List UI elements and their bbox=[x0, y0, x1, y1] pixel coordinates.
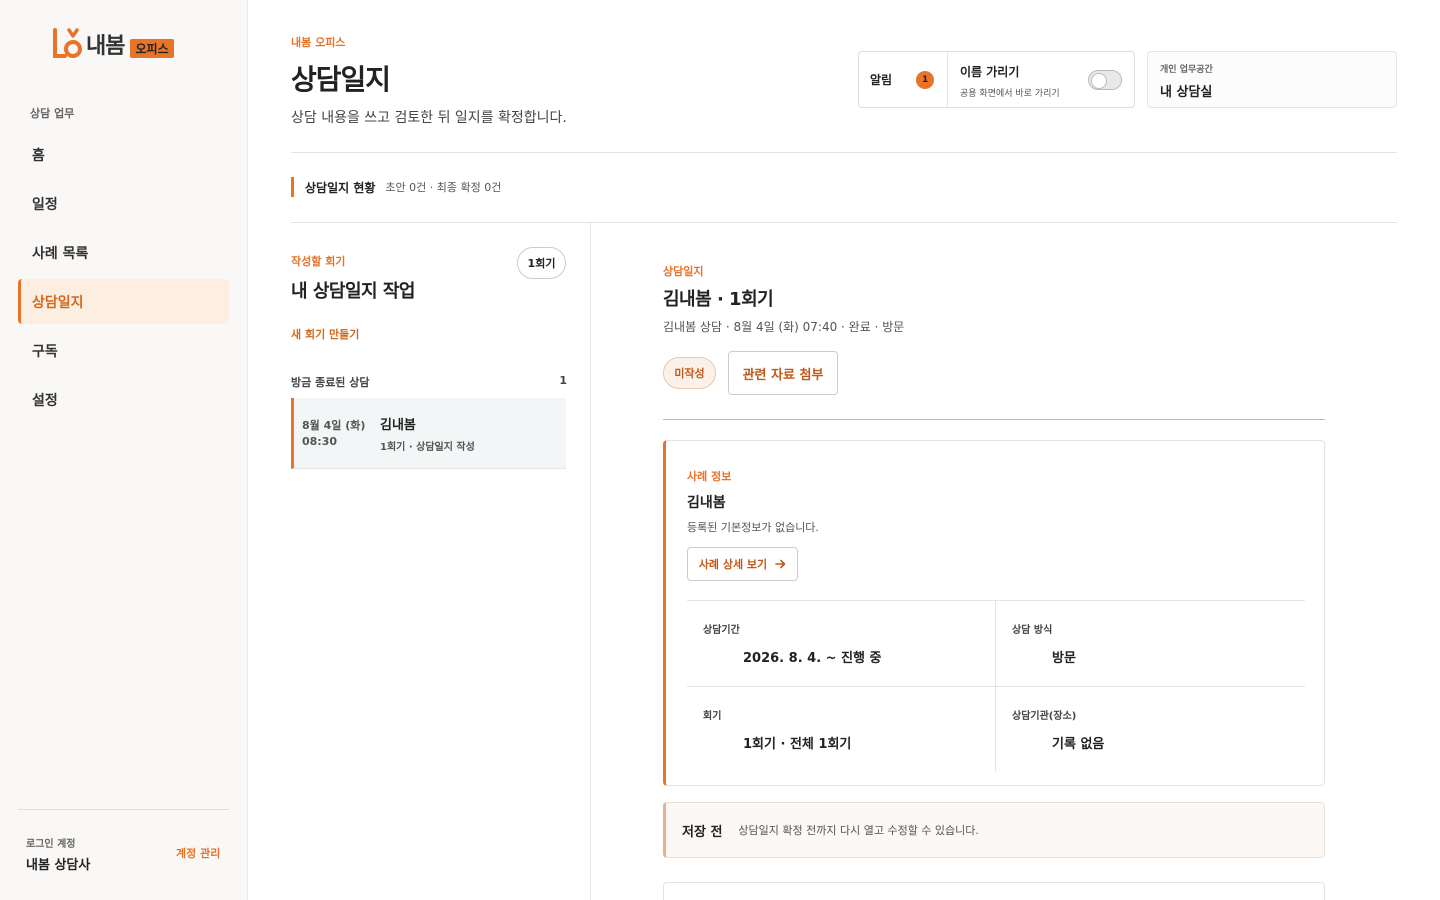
page-title: 상담일지 bbox=[291, 63, 391, 96]
status-summary: 상담일지 현황 초안 0건 · 최종 확정 0건 bbox=[291, 177, 501, 197]
case-info-label: 상담기관(장소) bbox=[1012, 711, 1077, 722]
case-client-name: 김내봄 bbox=[687, 495, 726, 511]
arrow-right-icon bbox=[775, 559, 786, 569]
sidebar-item-home[interactable]: 홈 bbox=[18, 132, 229, 177]
workspace-selector[interactable]: 개인 업무공간 내 상담실 bbox=[1147, 51, 1397, 108]
status-text: 초안 0건 · 최종 확정 0건 bbox=[385, 181, 502, 194]
case-info-value: 방문 bbox=[1052, 651, 1076, 666]
divider bbox=[291, 222, 1397, 223]
case-info-cell: 상담기간 2026. 8. 4. ~ 진행 중 bbox=[687, 601, 996, 687]
save-status-text: 상담일지 확정 전까지 다시 열고 수정할 수 있습니다. bbox=[738, 824, 979, 837]
case-detail-label: 사례 상세 보기 bbox=[698, 558, 768, 571]
logo-text: 내봄 bbox=[86, 34, 125, 59]
nav-section-label: 상담 업무 bbox=[30, 107, 75, 120]
draft-status-badge: 미작성 bbox=[663, 357, 716, 389]
session-panel-title: 내 상담일지 작업 bbox=[291, 281, 415, 302]
case-info-value: 1회기 · 전체 1회기 bbox=[743, 737, 852, 752]
session-datetime: 8월 4일 (화) 08:30 bbox=[302, 418, 365, 450]
divider bbox=[291, 152, 1397, 153]
sidebar-nav: 홈 일정 사례 목록 상담일지 구독 설정 bbox=[18, 132, 229, 426]
case-info-label: 상담 방식 bbox=[1012, 625, 1053, 636]
notification-count-badge: 1 bbox=[916, 70, 935, 89]
case-info-grid: 상담기간 2026. 8. 4. ~ 진행 중 상담 방식 방문 회기 1회기 … bbox=[687, 600, 1305, 772]
sidebar: 내봄 오피스 상담 업무 홈 일정 사례 목록 상담일지 구독 설정 로그인 계… bbox=[0, 0, 248, 900]
sidebar-item-subscription[interactable]: 구독 bbox=[18, 328, 229, 373]
case-info-label: 상담기간 bbox=[703, 625, 740, 636]
sidebar-item-schedule[interactable]: 일정 bbox=[18, 181, 229, 226]
new-session-link[interactable]: 새 회기 만들기 bbox=[291, 326, 359, 342]
case-info-cell: 회기 1회기 · 전체 1회기 bbox=[687, 687, 996, 772]
recent-sessions-label: 방금 종료된 상담 bbox=[291, 376, 370, 389]
save-status-notice: 저장 전 상담일지 확정 전까지 다시 열고 수정할 수 있습니다. bbox=[663, 802, 1325, 858]
session-time: 08:30 bbox=[302, 435, 338, 448]
notification-label: 알림 bbox=[870, 73, 893, 87]
session-date: 8월 4일 (화) bbox=[302, 419, 366, 432]
case-info-cell: 상담 방식 방문 bbox=[996, 601, 1305, 687]
case-description: 등록된 기본정보가 없습니다. bbox=[687, 521, 819, 534]
account-manage-link[interactable]: 계정 관리 bbox=[176, 845, 220, 861]
next-section-card bbox=[663, 882, 1325, 900]
sidebar-divider bbox=[18, 809, 229, 810]
hide-name-control: 이름 가리기 공용 화면에서 바로 가리기 bbox=[948, 52, 1134, 107]
log-meta: 김내봄 상담 · 8월 4일 (화) 07:40 · 완료 · 방문 bbox=[663, 320, 905, 334]
sidebar-item-counseling-log[interactable]: 상담일지 bbox=[18, 279, 229, 324]
page-eyebrow: 내봄 오피스 bbox=[291, 36, 346, 49]
main-content: 내봄 오피스 상담일지 상담 내용을 쓰고 검토한 뒤 일지를 확정합니다. 알… bbox=[248, 0, 1440, 900]
case-info-value: 2026. 8. 4. ~ 진행 중 bbox=[743, 651, 882, 666]
logo[interactable]: 내봄 오피스 bbox=[52, 28, 174, 60]
session-meta: 1회기 · 상담일지 작성 bbox=[380, 442, 475, 453]
case-info-card: 사례 정보 김내봄 등록된 기본정보가 없습니다. 사례 상세 보기 상담기간 … bbox=[663, 440, 1325, 786]
session-panel-eyebrow: 작성할 회기 bbox=[291, 255, 346, 268]
status-title: 상담일지 현황 bbox=[305, 180, 376, 195]
case-info-value: 기록 없음 bbox=[1052, 737, 1105, 752]
session-list-item[interactable]: 8월 4일 (화) 08:30 김내봄 1회기 · 상담일지 작성 bbox=[291, 398, 566, 469]
divider bbox=[663, 419, 1325, 420]
sidebar-item-cases[interactable]: 사례 목록 bbox=[18, 230, 229, 275]
save-status-title: 저장 전 bbox=[682, 824, 723, 840]
page-subtitle: 상담 내용을 쓰고 검토한 뒤 일지를 확정합니다. bbox=[291, 110, 567, 126]
attach-files-button[interactable]: 관련 자료 첨부 bbox=[728, 351, 838, 395]
workspace-value: 내 상담실 bbox=[1160, 85, 1213, 100]
session-client-name: 김내봄 bbox=[380, 418, 416, 433]
notification-button[interactable]: 알림 1 bbox=[859, 52, 948, 107]
log-title: 김내봄 · 1회기 bbox=[663, 289, 774, 310]
hide-name-toggle[interactable] bbox=[1088, 70, 1122, 90]
workspace-label: 개인 업무공간 bbox=[1160, 65, 1213, 75]
logo-badge: 오피스 bbox=[130, 38, 174, 58]
case-info-eyebrow: 사례 정보 bbox=[687, 470, 732, 483]
sidebar-item-settings[interactable]: 설정 bbox=[18, 377, 229, 422]
logo-icon bbox=[53, 28, 82, 58]
header-controls: 알림 1 이름 가리기 공용 화면에서 바로 가리기 bbox=[858, 51, 1135, 108]
recent-sessions-header: 방금 종료된 상담 1 bbox=[291, 374, 567, 390]
panel-divider bbox=[590, 222, 591, 900]
log-eyebrow: 상담일지 bbox=[663, 265, 704, 278]
case-detail-button[interactable]: 사례 상세 보기 bbox=[687, 547, 798, 581]
case-info-label: 회기 bbox=[703, 711, 722, 722]
account-label: 로그인 계정 bbox=[26, 839, 76, 850]
session-count-pill[interactable]: 1회기 bbox=[517, 247, 566, 279]
recent-sessions-count: 1 bbox=[559, 374, 567, 387]
case-info-cell: 상담기관(장소) 기록 없음 bbox=[996, 687, 1305, 772]
account-name: 내봄 상담사 bbox=[26, 858, 91, 873]
